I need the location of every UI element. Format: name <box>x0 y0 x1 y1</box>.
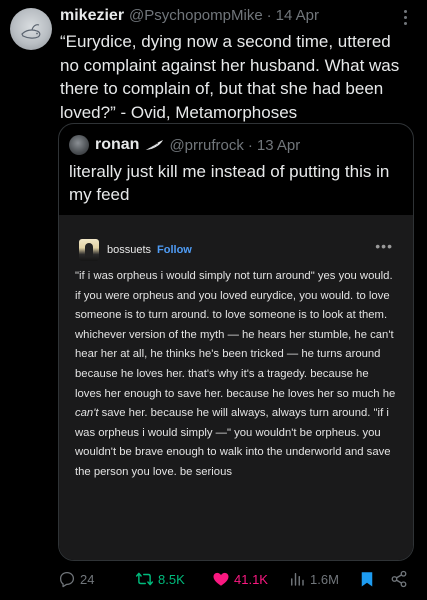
quote-author-name[interactable]: ronan <box>95 136 139 154</box>
tweet-text: “Eurydice, dying now a second time, utte… <box>60 32 400 122</box>
embedded-post-follow: Follow <box>157 244 192 256</box>
bookmark-button[interactable] <box>358 569 380 589</box>
share-button[interactable] <box>390 570 412 588</box>
views-button[interactable]: 1.6M <box>288 570 339 588</box>
author-name[interactable]: mikezier <box>60 7 124 25</box>
quoted-tweet[interactable]: ronan @prrufrock · 13 Apr literally just… <box>58 123 414 561</box>
quote-media-image[interactable]: bossuets Follow ••• "if i was orpheus i … <box>59 215 413 560</box>
quote-date[interactable]: 13 Apr <box>257 137 300 154</box>
heart-icon <box>213 572 229 586</box>
embedded-post-body-part: "if i was orpheus i would simply not tur… <box>75 270 396 400</box>
like-button[interactable]: 41.1K <box>212 570 268 588</box>
tweet[interactable]: mikezier @PsychopompMike · 14 Apr “Euryd… <box>0 0 427 600</box>
like-count: 41.1K <box>234 571 268 587</box>
embedded-post-body: "if i was orpheus i would simply not tur… <box>75 267 397 483</box>
views-icon <box>291 573 304 586</box>
author-handle[interactable]: @PsychopompMike <box>129 7 263 24</box>
more-icon[interactable] <box>397 9 413 25</box>
views-count: 1.6M <box>310 571 339 587</box>
reply-button[interactable]: 24 <box>58 570 94 588</box>
quote-author-handle[interactable]: @prrufrock <box>169 137 243 154</box>
embedded-post-avatar <box>79 239 99 261</box>
reply-count: 24 <box>80 571 95 587</box>
quote-text: literally just kill me instead of puttin… <box>69 162 390 204</box>
retweet-count: 8.5K <box>158 571 185 587</box>
header-separator: · <box>266 7 272 24</box>
tweet-date[interactable]: 14 Apr <box>276 7 319 24</box>
action-bar: 24 8.5K 41.1K 1.6M <box>58 568 418 590</box>
tweet-header: mikezier @PsychopompMike · 14 Apr <box>60 7 319 27</box>
quote-header-separator: · <box>247 136 253 154</box>
share-icon <box>391 570 407 588</box>
feather-icon <box>145 140 164 151</box>
embedded-post-body-part: save her. because he will always, always… <box>75 407 391 478</box>
quote-author-avatar[interactable] <box>69 135 89 155</box>
embedded-post-username: bossuets <box>107 244 152 256</box>
bookmark-icon <box>361 572 373 587</box>
embedded-post-body-emphasis: can't <box>75 407 99 420</box>
avatar-sketch-icon <box>21 24 41 39</box>
retweet-button[interactable]: 8.5K <box>135 570 185 588</box>
reply-icon <box>59 571 75 588</box>
embedded-post-header: bossuets Follow <box>79 239 192 261</box>
author-avatar[interactable] <box>10 8 52 50</box>
quote-header: ronan @prrufrock · 13 Apr <box>69 135 300 155</box>
embedded-more-icon: ••• <box>375 238 393 254</box>
retweet-icon <box>135 572 154 586</box>
